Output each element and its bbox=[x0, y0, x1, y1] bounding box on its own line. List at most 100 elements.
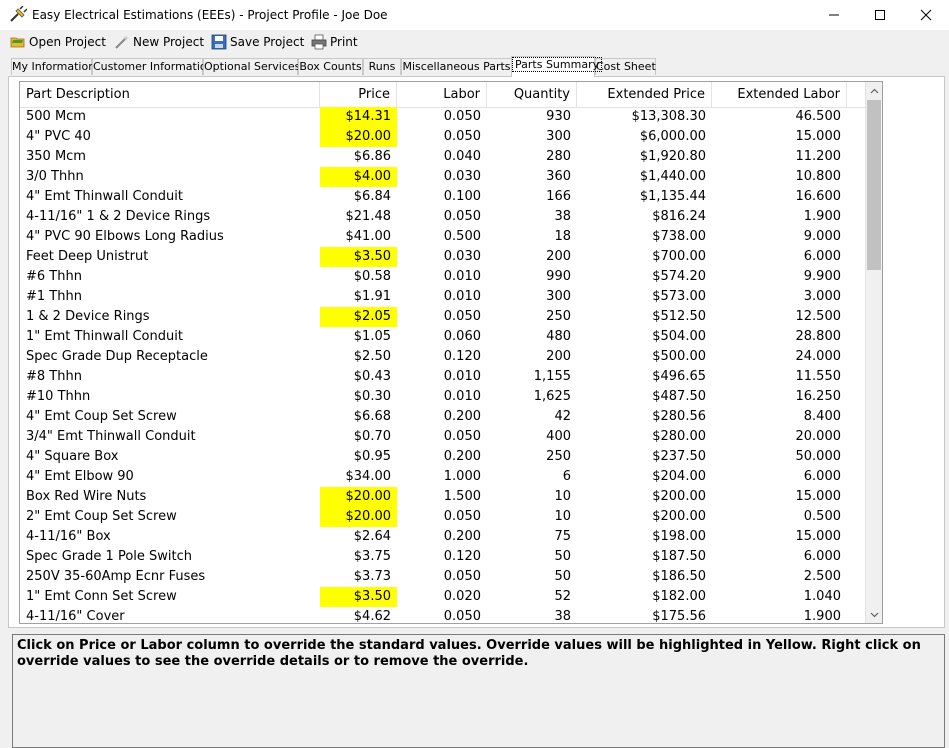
cell-labor[interactable]: 0.050 bbox=[397, 207, 487, 227]
table-row[interactable]: 4" Emt Coup Set Screw $6.68 0.200 42 $280.56… bbox=[20, 407, 865, 427]
tab-parts-summary[interactable]: Parts Summary bbox=[511, 56, 603, 77]
table-row[interactable]: 250V 35-60Amp Ecnr Fuses $3.73 0.050 50 $186… bbox=[20, 567, 865, 587]
table-row[interactable]: Box Red Wire Nuts $20.00 1.500 10 $200.00 15.… bbox=[20, 487, 865, 507]
scroll-up-button[interactable] bbox=[866, 82, 882, 99]
header-quantity[interactable]: Quantity bbox=[487, 82, 577, 107]
cell-price[interactable]: $14.31 bbox=[320, 107, 397, 127]
cell-price[interactable]: $0.70 bbox=[320, 427, 397, 447]
cell-labor[interactable]: 0.010 bbox=[397, 387, 487, 407]
table-row[interactable]: #10 Thhn $0.30 0.010 1,625 $487.50 16.250 bbox=[20, 387, 865, 407]
cell-price[interactable]: $0.43 bbox=[320, 367, 397, 387]
cell-price[interactable]: $3.50 bbox=[320, 247, 397, 267]
cell-labor[interactable]: 0.120 bbox=[397, 347, 487, 367]
cell-price[interactable]: $1.05 bbox=[320, 327, 397, 347]
table-row[interactable]: 4" PVC 40 $20.00 0.050 300 $6,000.00 15.000 bbox=[20, 127, 865, 147]
save-project-button[interactable]: Save Project bbox=[211, 32, 304, 52]
table-row[interactable]: 4-11/16" Box $2.64 0.200 75 $198.00 15.000 bbox=[20, 527, 865, 547]
cell-labor[interactable]: 0.200 bbox=[397, 407, 487, 427]
tab-runs[interactable]: Runs bbox=[363, 58, 401, 75]
cell-price[interactable]: $3.75 bbox=[320, 547, 397, 567]
table-row[interactable]: 4" Emt Thinwall Conduit $6.84 0.100 166 $1,1… bbox=[20, 187, 865, 207]
cell-labor[interactable]: 0.010 bbox=[397, 267, 487, 287]
cell-labor[interactable]: 0.050 bbox=[397, 127, 487, 147]
cell-labor[interactable]: 0.100 bbox=[397, 187, 487, 207]
cell-labor[interactable]: 0.030 bbox=[397, 167, 487, 187]
cell-labor[interactable]: 0.050 bbox=[397, 507, 487, 527]
cell-price[interactable]: $3.50 bbox=[320, 587, 397, 607]
cell-labor[interactable]: 0.050 bbox=[397, 567, 487, 587]
cell-price[interactable]: $6.84 bbox=[320, 187, 397, 207]
cell-labor[interactable]: 0.050 bbox=[397, 427, 487, 447]
cell-price[interactable]: $0.95 bbox=[320, 447, 397, 467]
table-row[interactable]: Spec Grade 1 Pole Switch $3.75 0.120 50 $187… bbox=[20, 547, 865, 567]
cell-price[interactable]: $20.00 bbox=[320, 507, 397, 527]
cell-price[interactable]: $2.05 bbox=[320, 307, 397, 327]
cell-price[interactable]: $2.64 bbox=[320, 527, 397, 547]
cell-price[interactable]: $6.68 bbox=[320, 407, 397, 427]
tab-my-information[interactable]: My Information bbox=[11, 58, 95, 75]
table-row[interactable]: #6 Thhn $0.58 0.010 990 $574.20 9.900 bbox=[20, 267, 865, 287]
cell-labor[interactable]: 0.020 bbox=[397, 587, 487, 607]
header-price[interactable]: Price bbox=[320, 82, 397, 107]
table-row[interactable]: 2" Emt Coup Set Screw $20.00 0.050 10 $200.0… bbox=[20, 507, 865, 527]
cell-labor[interactable]: 0.200 bbox=[397, 527, 487, 547]
cell-labor[interactable]: 0.200 bbox=[397, 447, 487, 467]
new-project-button[interactable]: New Project bbox=[114, 32, 204, 52]
table-row[interactable]: #8 Thhn $0.43 0.010 1,155 $496.65 11.550 bbox=[20, 367, 865, 387]
cell-labor[interactable]: 0.500 bbox=[397, 227, 487, 247]
cell-price[interactable]: $2.50 bbox=[320, 347, 397, 367]
table-row[interactable]: 500 Mcm $14.31 0.050 930 $13,308.30 46.500 bbox=[20, 107, 865, 127]
tab-cost-sheet[interactable]: Cost Sheet bbox=[595, 58, 656, 75]
cell-labor[interactable]: 0.060 bbox=[397, 327, 487, 347]
cell-price[interactable]: $34.00 bbox=[320, 467, 397, 487]
table-row[interactable]: Feet Deep Unistrut $3.50 0.030 200 $700.00 6.… bbox=[20, 247, 865, 267]
cell-price[interactable]: $21.48 bbox=[320, 207, 397, 227]
table-row[interactable]: 4" Emt Elbow 90 $34.00 1.000 6 $204.00 6.000 bbox=[20, 467, 865, 487]
cell-price[interactable]: $3.73 bbox=[320, 567, 397, 587]
cell-price[interactable]: $6.86 bbox=[320, 147, 397, 167]
cell-price[interactable]: $0.30 bbox=[320, 387, 397, 407]
cell-labor[interactable]: 0.050 bbox=[397, 107, 487, 127]
cell-price[interactable]: $1.91 bbox=[320, 287, 397, 307]
cell-price[interactable]: $20.00 bbox=[320, 487, 397, 507]
cell-price[interactable]: $0.58 bbox=[320, 267, 397, 287]
table-row[interactable]: 1 & 2 Device Rings $2.05 0.050 250 $512.50 12… bbox=[20, 307, 865, 327]
table-row[interactable]: 3/0 Thhn $4.00 0.030 360 $1,440.00 10.800 bbox=[20, 167, 865, 187]
cell-price[interactable]: $4.00 bbox=[320, 167, 397, 187]
table-row[interactable]: 1" Emt Conn Set Screw $3.50 0.020 52 $182.00… bbox=[20, 587, 865, 607]
tab-customer-information[interactable]: Customer Information bbox=[92, 58, 214, 75]
table-row[interactable]: 4" PVC 90 Elbows Long Radius $41.00 0.500 1… bbox=[20, 227, 865, 247]
cell-labor[interactable]: 0.030 bbox=[397, 247, 487, 267]
header-extended-labor[interactable]: Extended Labor bbox=[712, 82, 847, 107]
tab-box-counts[interactable]: Box Counts bbox=[298, 58, 363, 75]
table-row[interactable]: Spec Grade Dup Receptacle $2.50 0.120 200 $5… bbox=[20, 347, 865, 367]
close-button[interactable] bbox=[903, 0, 949, 30]
tab-optional-services[interactable]: Optional Services bbox=[203, 58, 300, 75]
table-row[interactable]: 350 Mcm $6.86 0.040 280 $1,920.80 11.200 bbox=[20, 147, 865, 167]
table-row[interactable]: 4-11/16" 1 & 2 Device Rings $21.48 0.050 38… bbox=[20, 207, 865, 227]
print-button[interactable]: Print bbox=[311, 32, 358, 52]
table-row[interactable]: 1" Emt Thinwall Conduit $1.05 0.060 480 $504… bbox=[20, 327, 865, 347]
cell-price[interactable]: $4.62 bbox=[320, 607, 397, 623]
cell-price[interactable]: $20.00 bbox=[320, 127, 397, 147]
table-row[interactable]: #1 Thhn $1.91 0.010 300 $573.00 3.000 bbox=[20, 287, 865, 307]
table-row[interactable]: 4-11/16" Cover $4.62 0.050 38 $175.56 1.900 bbox=[20, 607, 865, 623]
header-extended-price[interactable]: Extended Price bbox=[577, 82, 712, 107]
minimize-button[interactable] bbox=[811, 0, 857, 30]
scroll-thumb[interactable] bbox=[867, 100, 881, 270]
cell-labor[interactable]: 1.500 bbox=[397, 487, 487, 507]
cell-labor[interactable]: 1.000 bbox=[397, 467, 487, 487]
cell-labor[interactable]: 0.050 bbox=[397, 307, 487, 327]
header-labor[interactable]: Labor bbox=[397, 82, 487, 107]
tab-miscellaneous-parts[interactable]: Miscellaneous Parts bbox=[401, 58, 512, 75]
scroll-down-button[interactable] bbox=[866, 606, 882, 623]
grid-vertical-scrollbar[interactable] bbox=[865, 82, 882, 623]
header-part-description[interactable]: Part Description bbox=[20, 82, 320, 107]
cell-price[interactable]: $41.00 bbox=[320, 227, 397, 247]
cell-labor[interactable]: 0.010 bbox=[397, 367, 487, 387]
cell-labor[interactable]: 0.010 bbox=[397, 287, 487, 307]
table-row[interactable]: 4" Square Box $0.95 0.200 250 $237.50 50.000 bbox=[20, 447, 865, 467]
open-project-button[interactable]: Open Project bbox=[10, 32, 106, 52]
cell-labor[interactable]: 0.050 bbox=[397, 607, 487, 623]
cell-labor[interactable]: 0.040 bbox=[397, 147, 487, 167]
